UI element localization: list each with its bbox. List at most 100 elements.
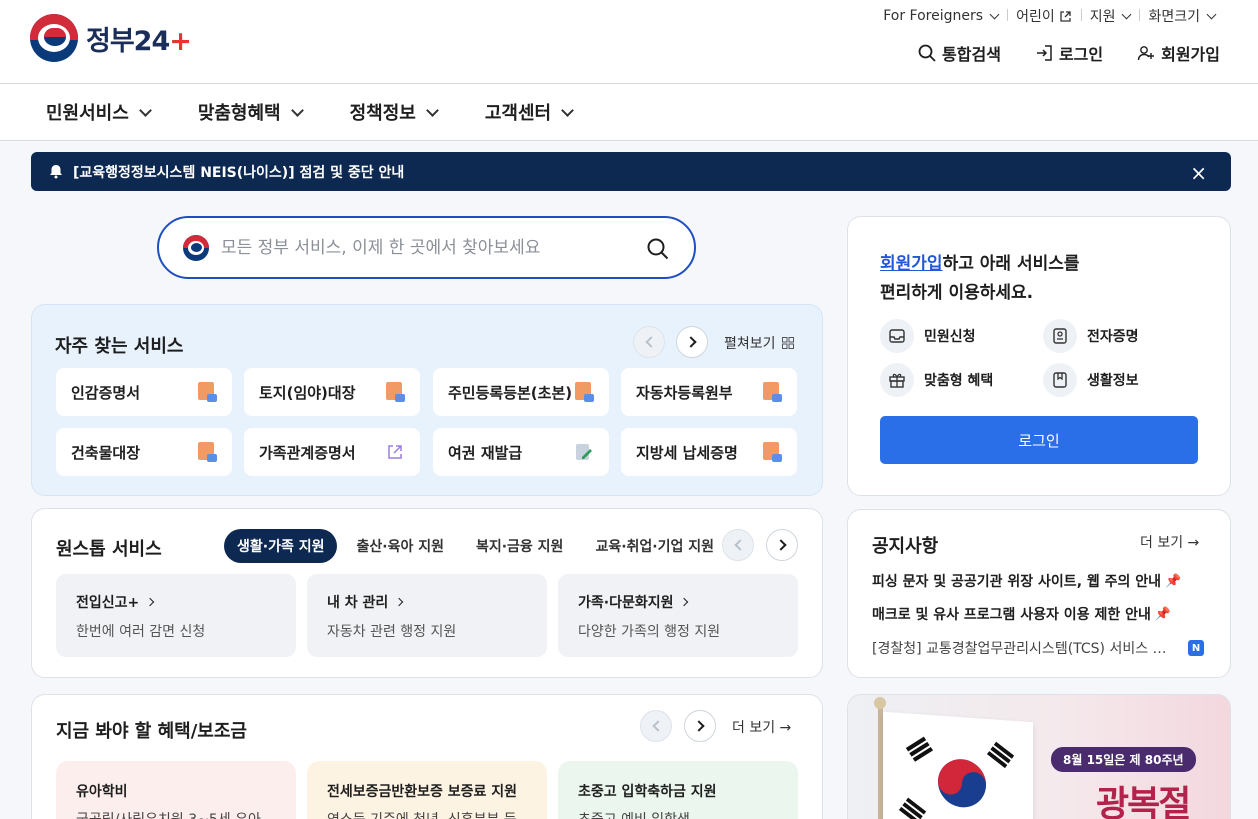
site-logo[interactable]: 정부24+ [30, 14, 192, 62]
service-shortcut[interactable]: 민원신청 [880, 319, 976, 353]
trigram-icon [905, 736, 927, 752]
arrow-right-icon: → [779, 720, 792, 736]
benefit-card[interactable]: 초중고 입학축하금 지원 초중고 예비 입학생 [558, 761, 798, 819]
service-item[interactable]: 인감증명서 [56, 368, 232, 416]
notice-banner-link[interactable]: [교육행정정보시스템 NEIS(나이스)] 점검 및 중단 안내 [73, 162, 404, 182]
grid-icon [781, 337, 794, 349]
document-icon [575, 382, 594, 402]
service-item[interactable]: 토지(임야)대장 [244, 368, 420, 416]
tab-birth-childcare[interactable]: 출산·육아 지원 [343, 529, 456, 563]
chevron-right-icon [146, 597, 155, 607]
chevron-down-icon [138, 103, 152, 117]
card-desc: 다양한 가족의 행정 지원 [578, 624, 721, 640]
onestop-card[interactable]: 전입신고+ 한번에 여러 감면 신청 [56, 574, 296, 657]
screen-size-menu[interactable]: 화면크기 [1139, 6, 1224, 26]
service-shortcut[interactable]: 전자증명 [1043, 319, 1139, 353]
notice-item[interactable]: 피싱 문자 및 공공기관 위장 사이트, 웹 주의 안내 📌 [872, 571, 1181, 591]
utility-menu: For Foreigners 어린이 지원 화면크기 [874, 6, 1224, 26]
benefit-card[interactable]: 유아학비 국공립/사립유치원 3~5세 유아 [56, 761, 296, 819]
section-title: 자주 찾는 서비스 [55, 336, 184, 357]
close-icon[interactable]: × [1190, 161, 1207, 185]
chevron-down-icon [1122, 9, 1132, 19]
search-input[interactable] [221, 237, 631, 258]
onestop-services-panel: 원스톱 서비스 생활·가족 지원 출산·육아 지원 복지·금융 지원 교육·취업… [31, 508, 823, 678]
signup-label: 회원가입 [1161, 45, 1220, 64]
nav-label: 민원서비스 [46, 103, 129, 124]
chevron-right-icon [395, 597, 404, 607]
onestop-card[interactable]: 가족·다문화지원 다양한 가족의 행정 지원 [558, 574, 798, 657]
kids-link[interactable]: 어린이 [1007, 6, 1081, 26]
external-link-icon [1060, 10, 1071, 22]
notices-panel: 공지사항 더 보기 → 피싱 문자 및 공공기관 위장 사이트, 웹 주의 안내… [847, 509, 1231, 678]
login-icon [1036, 45, 1052, 61]
nav-customer-center[interactable]: 고객센터 [485, 99, 574, 125]
notice-item[interactable]: [경찰청] 교통경찰업무관리시스템(TCS) 서비스 … [872, 638, 1167, 658]
service-item[interactable]: 주민등록등본(초본) [433, 368, 609, 416]
tab-education-employment[interactable]: 교육·취업·기업 지원 [582, 529, 727, 563]
support-label: 지원 [1089, 9, 1116, 25]
flag-pole-top [874, 697, 886, 709]
card-title: 전입신고+ [76, 592, 276, 612]
chevron-left-icon [651, 720, 664, 732]
next-button[interactable] [684, 710, 716, 742]
service-shortcut[interactable]: 생활정보 [1043, 363, 1139, 397]
expand-label: 펼쳐보기 [724, 336, 776, 352]
service-item[interactable]: 여권 재발급 [433, 428, 609, 476]
signup-inline-link[interactable]: 회원가입 [880, 254, 943, 274]
service-label: 가족관계증명서 [259, 443, 356, 462]
login-box: 회원가입하고 아래 서비스를 편리하게 이용하세요. 민원신청 전자증명 맞춤형… [847, 216, 1231, 496]
service-item[interactable]: 가족관계증명서 [244, 428, 420, 476]
integrated-search-button[interactable]: 통합검색 [918, 41, 1001, 65]
tab-life-family[interactable]: 생활·가족 지원 [224, 529, 338, 563]
service-item[interactable]: 자동차등록원부 [621, 368, 797, 416]
login-button[interactable]: 로그인 [880, 416, 1198, 464]
search-icon[interactable] [646, 237, 670, 261]
service-label: 토지(임야)대장 [259, 383, 356, 402]
benefit-card[interactable]: 전세보증금반환보증 보증료 지원 연소득 기준에 청년, 신혼부부 등 [307, 761, 547, 819]
search-box [157, 216, 696, 279]
notice-item[interactable]: 매크로 및 유사 프로그램 사용자 이용 제한 안내 📌 [872, 604, 1171, 624]
login-link[interactable]: 로그인 [1035, 41, 1103, 65]
tab-welfare-finance[interactable]: 복지·금융 지원 [463, 529, 576, 563]
new-badge: N [1188, 640, 1204, 656]
chevron-left-icon [644, 336, 657, 348]
service-item[interactable]: 지방세 납세증명 [621, 428, 797, 476]
kids-label: 어린이 [1016, 9, 1055, 25]
service-item[interactable]: 건축물대장 [56, 428, 232, 476]
prev-button[interactable] [633, 326, 665, 358]
login-message: 회원가입하고 아래 서비스를 편리하게 이용하세요. [880, 254, 1080, 303]
chevron-down-icon [426, 103, 439, 117]
support-menu[interactable]: 지원 [1080, 6, 1140, 26]
section-title: 지금 봐야 할 혜택/보조금 [56, 721, 247, 742]
more-link[interactable]: 더 보기 → [732, 717, 791, 737]
gift-icon [880, 363, 914, 397]
prev-button[interactable] [722, 529, 754, 561]
nav-civil-services[interactable]: 민원서비스 [46, 99, 152, 125]
chevron-down-icon [561, 103, 574, 117]
prev-button[interactable] [640, 710, 672, 742]
for-foreigners-menu[interactable]: For Foreigners [874, 8, 1007, 24]
document-icon [198, 442, 217, 462]
nav-custom-benefits[interactable]: 맞춤형혜택 [198, 99, 304, 125]
service-label: 인감증명서 [71, 383, 141, 402]
document-icon [198, 382, 217, 402]
user-plus-icon [1137, 46, 1155, 61]
onestop-card[interactable]: 내 차 관리 자동차 관련 행정 지원 [307, 574, 547, 657]
edit-document-icon [576, 444, 592, 460]
banner-tag: 8월 15일은 제 80주년 [1051, 747, 1196, 772]
header: 정부24+ For Foreigners 어린이 지원 화면크기 통합검색 로그… [0, 0, 1258, 84]
liberation-day-banner[interactable]: 8월 15일은 제 80주년 광복절 [847, 694, 1231, 819]
next-button[interactable] [676, 326, 708, 358]
expand-button[interactable]: 펼쳐보기 [724, 333, 794, 353]
signup-link[interactable]: 회원가입 [1137, 41, 1220, 65]
nav-policy-info[interactable]: 정책정보 [350, 99, 439, 125]
service-shortcut-label: 민원신청 [924, 329, 976, 345]
service-shortcut-label: 맞춤형 혜택 [924, 373, 994, 389]
service-shortcut[interactable]: 맞춤형 혜택 [880, 363, 993, 397]
next-button[interactable] [766, 529, 798, 561]
for-foreigners-label: For Foreigners [883, 8, 984, 24]
main-navigation: 민원서비스 맞춤형혜택 정책정보 고객센터 [0, 84, 1258, 141]
card-desc: 연소득 기준에 청년, 신혼부부 등 [327, 809, 527, 819]
service-label: 지방세 납세증명 [636, 443, 738, 462]
more-link[interactable]: 더 보기 → [1140, 532, 1199, 552]
